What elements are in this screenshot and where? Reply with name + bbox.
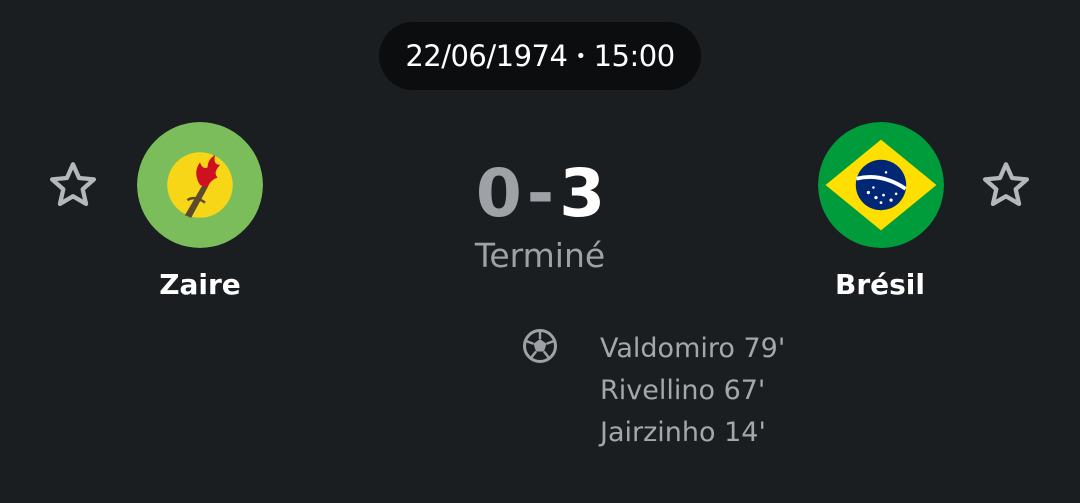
goal-scorer-item: Rivellino 67': [600, 375, 766, 406]
zaire-flag-icon[interactable]: [137, 122, 263, 248]
match-date: 22/06/1974: [405, 39, 568, 73]
home-score: 0: [475, 155, 522, 232]
favorite-home-star-icon[interactable]: [46, 158, 100, 212]
favorite-away-star-icon[interactable]: [979, 158, 1033, 212]
score-separator: -: [526, 155, 554, 232]
match-datetime-pill: 22/06/1974 • 15:00: [379, 22, 701, 90]
datetime-separator: •: [575, 45, 586, 67]
brazil-flag-icon[interactable]: [818, 122, 944, 248]
away-team-name[interactable]: Brésil: [780, 268, 980, 301]
soccer-ball-icon: [522, 328, 558, 364]
goal-scorer-item: Jairzinho 14': [600, 417, 766, 448]
match-time: 15:00: [593, 39, 676, 73]
match-score: 0-3: [440, 152, 640, 236]
goal-scorer-item: Valdomiro 79': [600, 333, 786, 364]
match-status: Terminé: [474, 236, 606, 275]
away-goal-scorers-list: Valdomiro 79' Rivellino 67' Jairzinho 14…: [600, 328, 785, 454]
away-score: 3: [559, 155, 605, 232]
home-team-name[interactable]: Zaire: [100, 268, 300, 301]
